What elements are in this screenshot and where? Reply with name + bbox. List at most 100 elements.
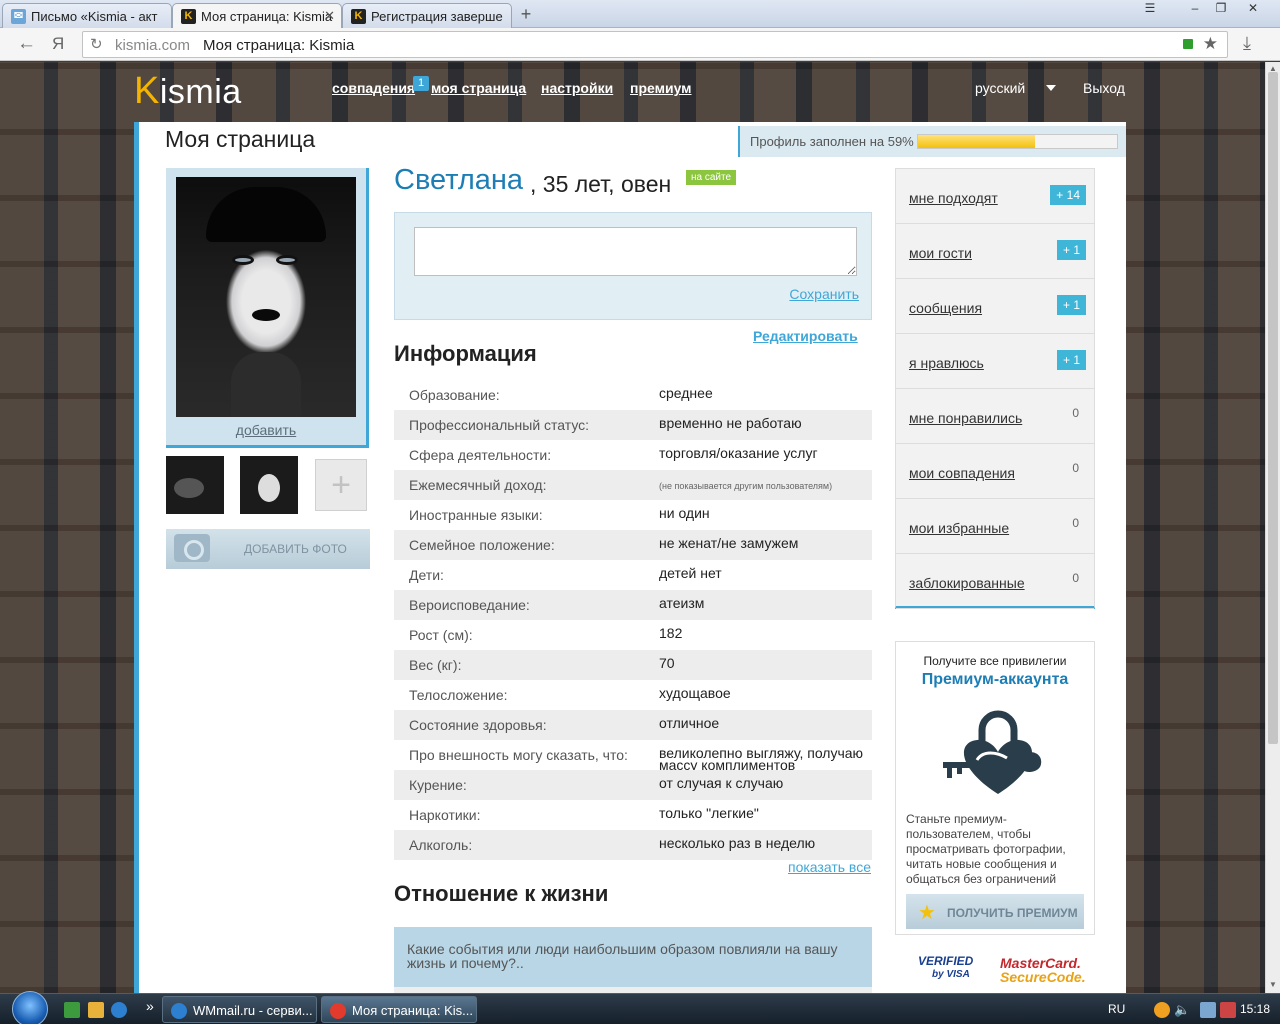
page-scrollbar[interactable]: ▲ ▼ [1265,62,1280,993]
logout-link[interactable]: Выход [1083,80,1125,96]
info-key: Сфера деятельности: [409,447,552,463]
tab-my-page[interactable]: K Моя страница: Kismia ✕ [172,3,342,28]
tab-registration[interactable]: K Регистрация заверше [342,3,512,28]
taskbar-button-kismia[interactable]: Моя страница: Kis... [321,996,477,1023]
info-key: Рост (см): [409,627,473,643]
photo-thumbnail[interactable] [166,456,224,514]
get-premium-button[interactable]: ★ ПОЛУЧИТЬ ПРЕМИУМ [906,894,1084,929]
sidebar-item-label[interactable]: мои гости [909,245,972,261]
sidebar-item-count: + 14 [1050,185,1086,205]
maximize-icon[interactable]: ❐ [1208,0,1234,18]
menu-icon[interactable]: ☰ [1137,0,1163,18]
main-photo-frame: добавить [166,168,369,448]
sidebar-item-count: 0 [1072,461,1079,475]
info-key: Дети: [409,567,444,583]
photo-thumbnail[interactable] [240,456,298,514]
sidebar-item[interactable]: я нравлюсь + 1 [896,334,1094,389]
new-tab-button[interactable]: + [516,5,536,23]
tray-alert-icon[interactable] [1220,1002,1236,1018]
yandex-icon[interactable]: Я [52,34,64,54]
taskbar: » WMmail.ru - серви... Моя страница: Kis… [0,991,1280,1024]
status-input[interactable] [414,227,857,276]
nav-premium[interactable]: премиум [630,80,692,96]
logo-text: ismia [159,73,242,111]
sidebar-item-label[interactable]: заблокированные [909,575,1025,591]
sidebar-item-label[interactable]: мои совпадения [909,465,1015,481]
sidebar-item-count: 0 [1072,571,1079,585]
info-row: Образование: среднее [394,380,872,410]
show-all-link[interactable]: показать все [788,859,871,875]
folder-icon[interactable] [88,1002,104,1018]
sidebar-item-label[interactable]: мои избранные [909,520,1009,536]
info-row: Ежемесячный доход: (не показывается други… [394,470,872,500]
network-icon[interactable] [1200,1002,1216,1018]
sidebar-item[interactable]: сообщения + 1 [896,279,1094,334]
add-photo-link[interactable]: добавить [166,422,366,438]
ie-icon[interactable] [111,1002,127,1018]
sidebar-item-label[interactable]: я нравлюсь [909,355,984,371]
logo-letter: K [134,70,160,112]
info-value: временно не работаю [659,415,802,431]
add-photo-label: ДОБАВИТЬ ФОТО [244,542,347,556]
profile-photo[interactable] [176,177,356,417]
info-row: Профессиональный статус: временно не рабо… [394,410,872,440]
language-indicator[interactable]: RU [1108,1002,1125,1016]
info-row: Семейное положение: не женат/не замужем [394,530,872,560]
matches-badge: 1 [413,76,429,91]
star-icon[interactable]: ★ [1203,34,1218,54]
back-arrow-icon[interactable]: ← [17,33,36,55]
chevron-down-icon[interactable] [1046,85,1056,91]
scrollbar-thumb[interactable] [1268,72,1278,744]
sidebar-item[interactable]: мои гости + 1 [896,224,1094,279]
nav-settings[interactable]: настройки [541,80,613,96]
nav-matches[interactable]: совпадения [332,80,415,96]
kismia-logo[interactable]: Kismia [134,70,242,113]
tray-app-icon[interactable] [1154,1002,1170,1018]
sidebar-item[interactable]: мне подходят + 14 [896,169,1094,224]
scroll-down-icon[interactable]: ▼ [1269,980,1277,989]
add-thumbnail-button[interactable]: + [315,459,367,511]
photo-lips [252,309,280,321]
sidebar-item-label[interactable]: сообщения [909,300,982,316]
sidebar-item[interactable]: мои избранные 0 [896,499,1094,554]
page-title: Моя страница [165,126,316,152]
address-title: Моя страница: Kismia [203,37,355,54]
info-key: Про внешность могу сказать, что: [409,747,628,763]
sidebar-item[interactable]: заблокированные 0 [896,554,1094,609]
address-field[interactable]: ↻ kismia.com Моя страница: Kismia ★ [82,31,1228,58]
add-photo-button[interactable]: ДОБАВИТЬ ФОТО [166,529,370,569]
reload-icon[interactable]: ↻ [90,35,103,53]
close-tab-icon[interactable]: ✕ [324,8,335,24]
sidebar-item[interactable]: мне понравились 0 [896,389,1094,444]
start-button[interactable] [12,991,48,1024]
edit-link[interactable]: Редактировать [753,328,858,344]
nav-my-page[interactable]: моя страница [431,80,526,96]
volume-icon[interactable]: 🔈 [1174,1002,1190,1018]
info-key: Телосложение: [409,687,508,703]
info-row: Алкоголь: несколько раз в неделю [394,830,872,860]
browser-tab-bar: ✉ Письмо «Kismia - акт K Моя страница: K… [0,0,1280,28]
sidebar-item[interactable]: мои совпадения 0 [896,444,1094,499]
taskbar-button-wmmail[interactable]: WMmail.ru - серви... [162,996,317,1023]
photo-eye [232,255,254,265]
tab-mail[interactable]: ✉ Письмо «Kismia - акт [2,3,172,28]
clock[interactable]: 15:18 [1240,1002,1270,1016]
sidebar-item-label[interactable]: мне понравились [909,410,1022,426]
language-select[interactable]: русский [975,80,1025,96]
minimize-icon[interactable]: – [1182,0,1208,18]
sidebar-item-label[interactable]: мне подходят [909,190,998,206]
download-icon[interactable]: ⤓ [1243,33,1251,54]
info-value: 182 [659,625,683,641]
more-quicklaunch-icon[interactable]: » [146,998,154,1014]
taskbar-label: Моя страница: Kis... [352,1003,474,1018]
info-title: Информация [394,341,537,366]
premium-text: Станьте премиум-пользователем, чтобы про… [906,812,1066,886]
save-link[interactable]: Сохранить [789,286,859,302]
info-value: от случая к случаю [659,775,784,791]
close-window-icon[interactable]: ✕ [1240,0,1266,18]
get-premium-label: ПОЛУЧИТЬ ПРЕМИУМ [947,906,1078,920]
quicklaunch-icon[interactable] [64,1002,80,1018]
info-value: атеизм [659,595,705,611]
life-question-box[interactable]: Какие события или люди наибольшим образо… [394,927,872,987]
sidebar-item-count: 0 [1072,406,1079,420]
